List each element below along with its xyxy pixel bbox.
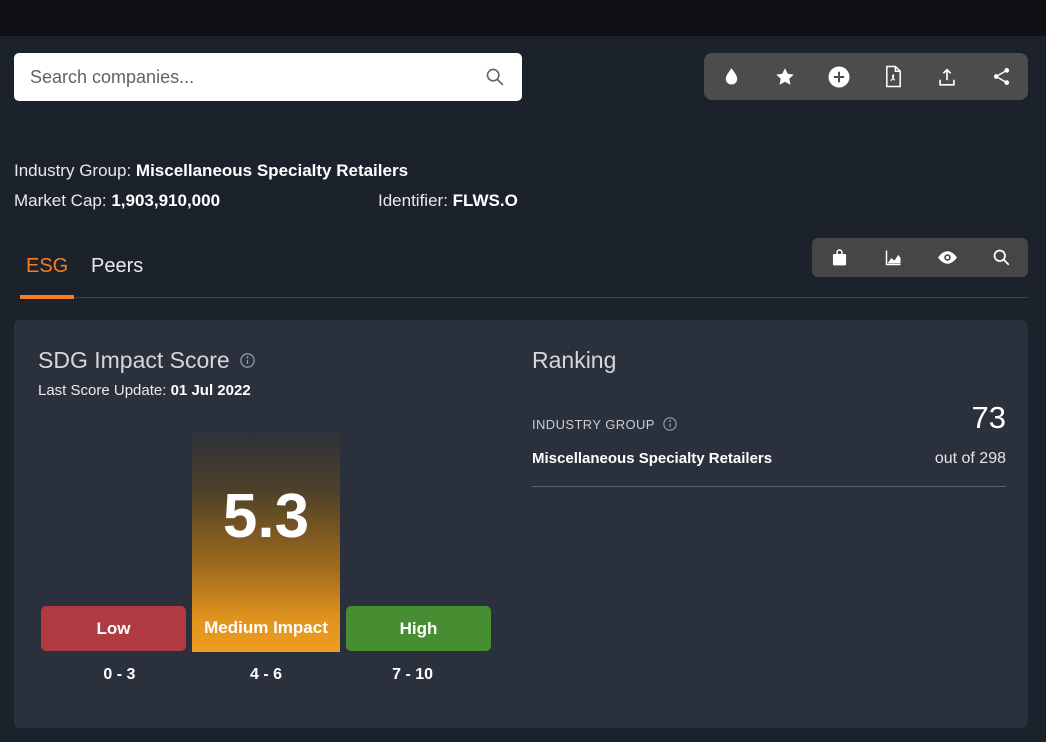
market-cap-value: 1,903,910,000 bbox=[111, 191, 220, 210]
identifier-value: FLWS.O bbox=[453, 191, 518, 210]
gauge-low-range: 0 - 3 bbox=[41, 666, 198, 684]
sdg-score-header: SDG Impact Score bbox=[38, 347, 256, 374]
gauge-medium-range: 4 - 6 bbox=[198, 666, 334, 684]
tab-esg[interactable]: ESG bbox=[26, 255, 68, 278]
tab-peers[interactable]: Peers bbox=[91, 255, 143, 278]
plus-circle-icon[interactable] bbox=[822, 60, 856, 94]
ranking-group-row: INDUSTRY GROUP bbox=[532, 416, 678, 432]
esg-content-card: SDG Impact Score Last Score Update: 01 J… bbox=[14, 320, 1028, 728]
ranking-group-value: Miscellaneous Specialty Retailers bbox=[532, 450, 772, 467]
industry-group-row: Industry Group: Miscellaneous Specialty … bbox=[14, 161, 408, 181]
identifier-row: Identifier: FLWS.O bbox=[378, 191, 518, 211]
ranking-group-label: INDUSTRY GROUP bbox=[532, 417, 655, 432]
search-input[interactable] bbox=[30, 67, 484, 88]
share-icon[interactable] bbox=[984, 60, 1018, 94]
gauge-medium-band: 5.3 Medium Impact bbox=[192, 428, 340, 652]
magnifier-icon[interactable] bbox=[484, 66, 506, 88]
tab-baseline bbox=[20, 297, 1028, 298]
gauge-range-row: 0 - 3 4 - 6 7 - 10 bbox=[41, 666, 491, 684]
top-toolbar bbox=[704, 53, 1028, 100]
sdg-score-value: 5.3 bbox=[223, 486, 309, 548]
market-cap-label: Market Cap: bbox=[14, 191, 107, 210]
active-tab-underline bbox=[20, 295, 74, 299]
sdg-score-title: SDG Impact Score bbox=[38, 347, 230, 374]
industry-group-label: Industry Group: bbox=[14, 161, 131, 180]
market-cap-row: Market Cap: 1,903,910,000 bbox=[14, 191, 220, 211]
search-bar bbox=[14, 53, 522, 101]
gauge-high-band: High bbox=[346, 606, 491, 651]
star-icon[interactable] bbox=[768, 60, 802, 94]
flame-icon[interactable] bbox=[714, 60, 748, 94]
info-icon[interactable] bbox=[239, 352, 256, 369]
area-chart-icon[interactable] bbox=[876, 241, 910, 275]
last-score-update: Last Score Update: 01 Jul 2022 bbox=[38, 382, 251, 399]
last-score-update-value: 01 Jul 2022 bbox=[171, 382, 251, 399]
bag-icon[interactable] bbox=[822, 241, 856, 275]
last-score-update-label: Last Score Update: bbox=[38, 382, 166, 399]
ranking-value: 73 bbox=[972, 400, 1006, 436]
eye-icon[interactable] bbox=[930, 241, 964, 275]
ranking-divider bbox=[532, 486, 1006, 487]
upload-icon[interactable] bbox=[930, 60, 964, 94]
view-toolbar bbox=[812, 238, 1028, 277]
window-top-strip bbox=[0, 0, 1046, 36]
ranking-header: Ranking bbox=[532, 347, 616, 374]
gauge-low-band: Low bbox=[41, 606, 186, 651]
gauge-medium-label: Medium Impact bbox=[192, 618, 340, 638]
pdf-file-icon[interactable] bbox=[876, 60, 910, 94]
gauge-low-label: Low bbox=[97, 619, 131, 639]
ranking-title: Ranking bbox=[532, 347, 616, 374]
search-icon[interactable] bbox=[984, 241, 1018, 275]
gauge-high-label: High bbox=[400, 619, 438, 639]
industry-group-value: Miscellaneous Specialty Retailers bbox=[136, 161, 408, 180]
ranking-out-of: out of 298 bbox=[935, 450, 1006, 468]
identifier-label: Identifier: bbox=[378, 191, 448, 210]
gauge-high-range: 7 - 10 bbox=[334, 666, 491, 684]
info-icon[interactable] bbox=[662, 416, 678, 432]
